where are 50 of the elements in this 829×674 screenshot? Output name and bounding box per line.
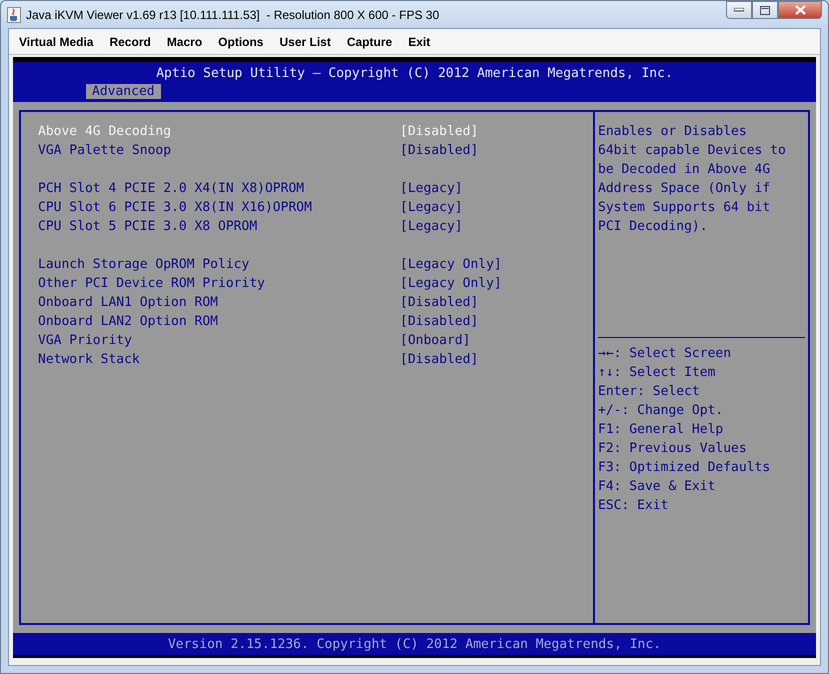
setting-name[interactable]: Other PCI Device ROM Priority	[38, 274, 400, 293]
setting-value[interactable]: [Disabled]	[400, 293, 478, 312]
setting-name[interactable]: VGA Palette Snoop	[38, 141, 400, 160]
setting-value[interactable]: [Legacy Only]	[400, 274, 502, 293]
help-text: Enables or Disables 64bit capable Devices to be Decoded in Above 4G Address Space (Only if System Supports 64 bit PCI Decoding).	[597, 123, 787, 236]
menu-item[interactable]: Options	[210, 34, 272, 48]
key-hint: ESC: Exit	[598, 497, 670, 515]
setting-name[interactable]: Network Stack	[38, 350, 400, 369]
setting-name[interactable]: CPU Slot 5 PCIE 3.0 X8 OPROM	[38, 217, 400, 236]
maximize-button[interactable]	[752, 1, 778, 19]
key-hint: F2: Previous Values	[598, 440, 748, 458]
setting-name[interactable]: Onboard LAN2 Option ROM	[38, 312, 400, 331]
key-hint: F3: Optimized Defaults	[598, 459, 772, 477]
key-hint: F1: General Help	[598, 421, 724, 439]
setting-value[interactable]: [Onboard]	[400, 331, 470, 350]
setting-value[interactable]: [Legacy]	[400, 217, 463, 236]
setting-value[interactable]: [Disabled]	[400, 350, 478, 369]
setting-value[interactable]: [Disabled]	[400, 141, 478, 160]
maximize-icon	[760, 6, 770, 14]
setting-value[interactable]: [Disabled]	[400, 122, 478, 141]
menu-item[interactable]: Exit	[400, 34, 438, 48]
setting-value[interactable]: [Legacy Only]	[400, 255, 502, 274]
bios-title: Aptio Setup Utility – Copyright (C) 2012 American Megatrends, Inc.	[156, 65, 673, 83]
setting-name[interactable]: PCH Slot 4 PCIE 2.0 X4(IN X8)OPROM	[38, 179, 400, 198]
close-icon	[794, 5, 806, 15]
menu-item[interactable]: User List	[271, 34, 339, 48]
setting-name[interactable]: Above 4G Decoding	[38, 122, 400, 141]
key-hint: ↑↓: Select Item	[598, 364, 716, 382]
bios-tab[interactable]: Advanced	[86, 84, 161, 99]
setting-name[interactable]: VGA Priority	[38, 331, 400, 350]
bios-footer: Version 2.15.1236. Copyright (C) 2012 American Megatrends, Inc.	[13, 633, 816, 655]
key-hint: →←: Select Screen	[598, 345, 732, 363]
setting-name[interactable]: CPU Slot 6 PCIE 3.0 X8(IN X16)OPROM	[38, 198, 400, 217]
setting-value[interactable]: [Disabled]	[400, 312, 478, 331]
minimize-button[interactable]	[726, 1, 752, 19]
menu-item[interactable]: Record	[101, 34, 159, 48]
menu-item[interactable]: Capture	[338, 34, 400, 48]
setting-value[interactable]: [Legacy]	[400, 179, 463, 198]
java-cup-icon	[7, 6, 21, 22]
key-hint: +/-: Change Opt.	[598, 402, 724, 420]
window-title: Java iKVM Viewer v1.69 r13 [10.111.111.53] - Resolution 800 X 600 - FPS 30	[26, 8, 440, 22]
close-button[interactable]	[778, 1, 822, 19]
key-hint: F4: Save & Exit	[598, 478, 716, 496]
setting-name[interactable]: Launch Storage OpROM Policy	[38, 255, 400, 274]
setting-name[interactable]: Onboard LAN1 Option ROM	[38, 293, 400, 312]
menu-item[interactable]: Virtual Media	[11, 34, 102, 48]
minimize-icon	[734, 8, 744, 12]
menu-item[interactable]: Macro	[158, 34, 210, 48]
setting-value[interactable]: [Legacy]	[400, 198, 463, 217]
key-hint: Enter: Select	[598, 383, 701, 401]
